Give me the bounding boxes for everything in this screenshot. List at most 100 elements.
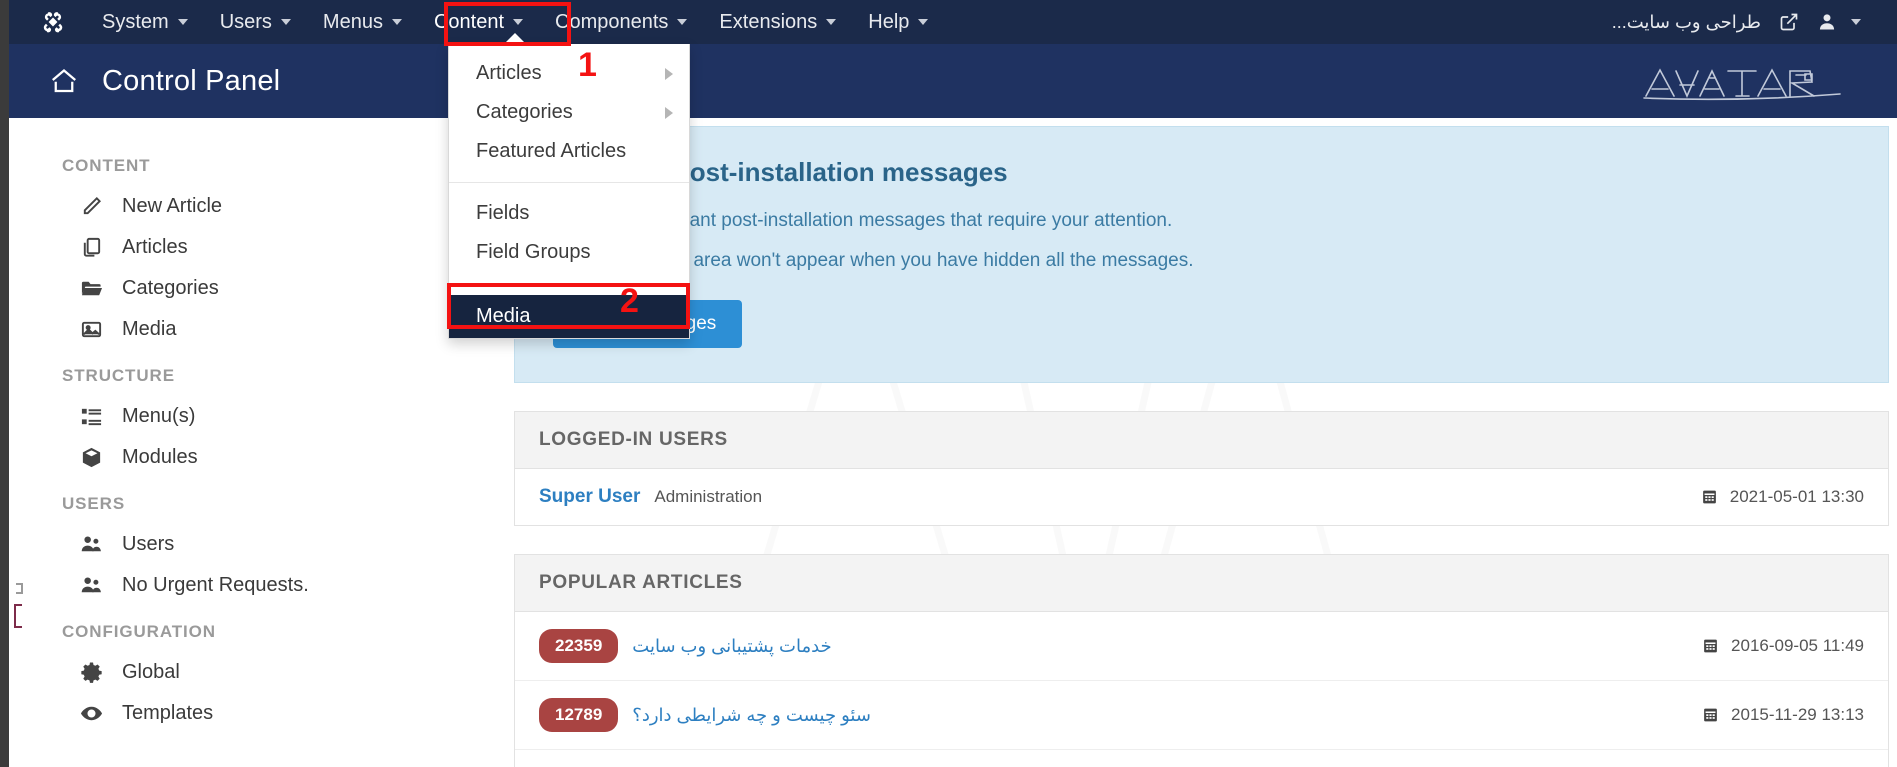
chevron-down-icon [391, 19, 402, 25]
menu-item-label: Help [868, 10, 910, 33]
list-icon [79, 404, 104, 429]
alert-title: You have post-installation messages [553, 157, 1008, 187]
menu-item-extensions[interactable]: Extensions [703, 0, 852, 44]
dropdown-separator [449, 182, 689, 183]
dropdown-item-featured-articles[interactable]: Featured Articles [449, 132, 689, 171]
user-menu-button[interactable] [1817, 11, 1861, 33]
users-icon [79, 573, 104, 598]
chevron-down-icon [280, 19, 291, 25]
sidebar-item-label: New Article [122, 195, 223, 217]
main-content-area: You have post-installation messages You … [506, 118, 1897, 767]
external-link-icon[interactable] [1779, 12, 1799, 32]
chevron-down-icon [1851, 19, 1861, 25]
dropdown-item-label: Articles [476, 62, 542, 84]
user-icon [1817, 11, 1837, 33]
table-row[interactable]: 12762 شرایط و قوانین گوگل برای سئو یک وب… [515, 750, 1888, 767]
table-row[interactable]: 12789 سئو چیست و چه شرایطی دارد؟ 2015-11… [515, 681, 1888, 750]
cube-icon [79, 445, 104, 470]
left-edge-strip [0, 0, 9, 767]
home-icon [48, 66, 80, 96]
menu-item-help[interactable]: Help [852, 0, 944, 44]
menu-item-system[interactable]: System [86, 0, 204, 44]
sidebar-item-no-urgent-requests[interactable]: No Urgent Requests. [9, 565, 506, 606]
article-link[interactable]: خدمات پشتیبانی وب سایت [632, 636, 831, 657]
menu-item-label: System [102, 10, 169, 33]
sidebar-item-label: Menu(s) [122, 405, 196, 427]
table-row[interactable]: 22359 خدمات پشتیبانی وب سایت 2016-09-05 … [515, 612, 1888, 681]
gear-icon [79, 660, 104, 685]
chevron-right-icon [665, 106, 673, 119]
calendar-icon [1702, 637, 1719, 655]
edge-marker-top [16, 583, 23, 594]
top-menu-bar: System Users Menus Content Components Ex… [0, 0, 1897, 44]
dropdown-item-categories[interactable]: Categories [449, 93, 689, 132]
sidebar-group-title-content: CONTENT [62, 156, 151, 175]
alert-line-2: This information area won't appear when … [553, 250, 1194, 271]
row-left: 12789 سئو چیست و چه شرایطی دارد؟ [539, 698, 871, 732]
page-subheader: Control Panel [0, 44, 1897, 118]
row-left: Super User Administration [539, 486, 762, 508]
row-right: 2021-05-01 13:30 [1701, 487, 1864, 507]
dropdown-caret-icon [504, 33, 526, 44]
row-date: 2015-11-29 13:13 [1731, 705, 1864, 724]
table-row[interactable]: Super User Administration 2021-05-01 13:… [515, 469, 1888, 525]
sidebar-item-label: Categories [122, 277, 219, 299]
sidebar-item-label: No Urgent Requests. [122, 574, 309, 596]
sidebar-item-modules[interactable]: Modules [9, 437, 506, 478]
row-right: 2016-09-05 11:49 [1702, 636, 1864, 656]
sidebar-item-label: Templates [122, 702, 214, 724]
sidebar-item-global[interactable]: Global [9, 652, 506, 693]
article-link[interactable]: سئو چیست و چه شرایطی دارد؟ [632, 705, 871, 726]
menu-item-label: Extensions [719, 10, 818, 33]
sidebar-group-title-structure: STRUCTURE [62, 366, 175, 385]
copy-icon [79, 235, 104, 260]
sidebar-group-title-configuration: CONFIGURATION [62, 622, 216, 641]
eye-icon [79, 701, 104, 726]
joomla-logo-icon[interactable] [40, 9, 66, 35]
menu-item-label: Menus [322, 10, 383, 33]
dropdown-item-label: Field Groups [476, 241, 591, 263]
popular-articles-heading: POPULAR ARTICLES [515, 555, 1888, 612]
folder-open-icon [79, 276, 104, 301]
logged-in-users-card: LOGGED-IN USERS Super User Administratio… [514, 411, 1889, 526]
sidebar-item-categories[interactable]: Categories [9, 268, 506, 309]
status-badge: 22359 [539, 629, 619, 663]
sidebar-item-users[interactable]: Users [9, 524, 506, 565]
admin-sidebar: CONTENT New Article Articles Categories … [9, 118, 506, 767]
sidebar-item-new-article[interactable]: New Article [9, 186, 506, 227]
menu-item-menus[interactable]: Menus [307, 0, 418, 44]
user-role: Administration [654, 487, 763, 506]
avatar-brand-logo [1640, 58, 1855, 104]
calendar-icon [1702, 706, 1719, 724]
sidebar-item-label: Media [122, 318, 177, 340]
sidebar-item-templates[interactable]: Templates [9, 693, 506, 734]
dropdown-item-label: Media [476, 305, 531, 327]
dropdown-item-articles[interactable]: Articles [449, 54, 689, 93]
dropdown-item-media[interactable]: Media [449, 295, 689, 338]
sidebar-group-title-users: USERS [62, 494, 126, 513]
popular-articles-card: POPULAR ARTICLES 22359 خدمات پشتیبانی وب… [514, 554, 1889, 767]
sidebar-item-label: Modules [122, 446, 198, 468]
chevron-down-icon [677, 19, 688, 25]
chevron-down-icon [177, 19, 188, 25]
chevron-down-icon [513, 19, 524, 25]
dropdown-item-field-groups[interactable]: Field Groups [449, 233, 689, 272]
alert-line-1: You have important post-installation mes… [553, 210, 1173, 231]
pencil-icon [79, 194, 104, 219]
chevron-down-icon [918, 19, 929, 25]
user-link[interactable]: Super User [539, 486, 640, 508]
dropdown-item-fields[interactable]: Fields [449, 194, 689, 233]
sidebar-item-media[interactable]: Media [9, 309, 506, 350]
row-right: 2015-11-29 13:13 [1702, 705, 1864, 725]
menu-item-components[interactable]: Components [539, 0, 703, 44]
joomla-admin-screen: System Users Menus Content Components Ex… [0, 0, 1897, 767]
menu-item-label: Content [433, 10, 505, 33]
users-icon [79, 532, 104, 557]
chevron-right-icon [665, 67, 673, 80]
site-name-link[interactable]: طراحی وب سایت... [1612, 12, 1761, 33]
image-icon [79, 317, 104, 342]
menu-item-label: Users [219, 10, 272, 33]
sidebar-item-articles[interactable]: Articles [9, 227, 506, 268]
sidebar-item-menus[interactable]: Menu(s) [9, 396, 506, 437]
menu-item-users[interactable]: Users [204, 0, 307, 44]
